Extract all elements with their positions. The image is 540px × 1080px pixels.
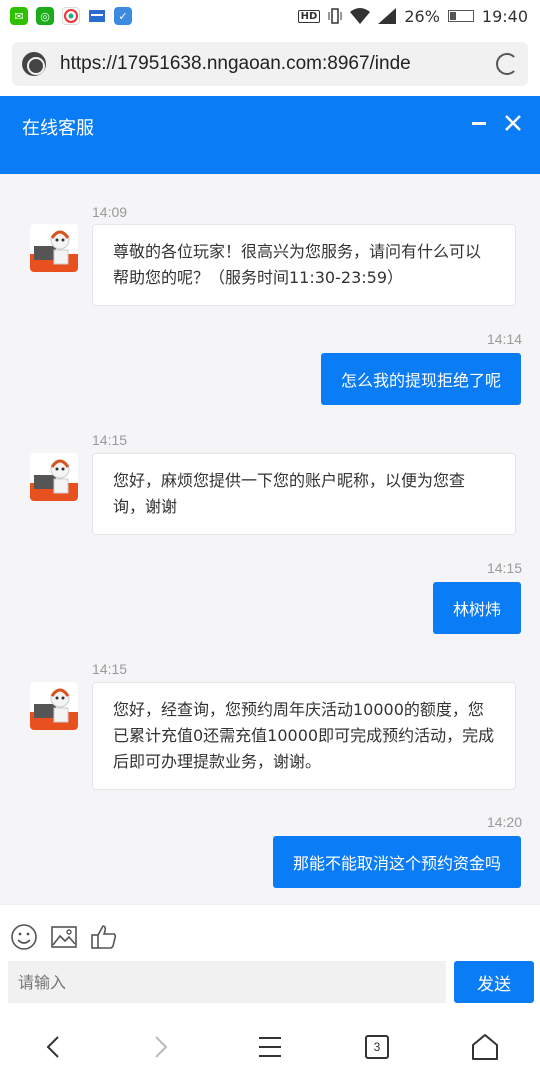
chat-title: 在线客服 — [22, 118, 94, 139]
message-time: 14:15 — [486, 560, 522, 576]
reload-icon[interactable] — [496, 53, 518, 75]
message-time: 14:15 — [92, 661, 128, 677]
vibrate-icon — [328, 8, 342, 24]
url-field[interactable]: https://17951638.nngaoan.com:8967/inde — [12, 42, 528, 86]
tab-count: 3 — [373, 1040, 381, 1054]
wifi-icon — [350, 8, 371, 24]
message-time: 14:15 — [92, 432, 128, 448]
news-icon — [88, 7, 106, 25]
globe-icon — [22, 52, 46, 76]
home-icon — [472, 1034, 498, 1060]
send-button[interactable]: 发送 — [454, 961, 534, 1003]
user-message: 那能不能取消这个预约资金吗 — [272, 836, 521, 888]
agent-avatar — [30, 224, 78, 272]
clock: 19:40 — [481, 6, 528, 26]
mail-icon: ✓ — [114, 7, 132, 25]
signal-icon — [378, 8, 397, 24]
message-time: 14:20 — [486, 814, 522, 830]
back-icon — [46, 1036, 59, 1058]
close-button[interactable] — [500, 110, 526, 136]
chat-header: 在线客服 — [0, 96, 540, 174]
chat-input-area: 发送 — [0, 904, 540, 1014]
browser-bottom-nav: 3 — [0, 1014, 540, 1080]
chat-messages: 14:09 尊敬的各位玩家！很高兴为您服务，请问有什么可以帮助您的呢？（服务时间… — [0, 174, 540, 904]
wechat-pay-icon: ◎ — [36, 7, 54, 25]
minimize-button[interactable] — [466, 110, 492, 136]
status-bar: ✉ ◎ ✓ HD 26% 19:40 — [0, 0, 540, 32]
forward-icon — [155, 1036, 168, 1058]
emoji-icon[interactable] — [10, 923, 38, 951]
tabs-button[interactable]: 3 — [362, 1032, 392, 1062]
menu-button[interactable] — [255, 1032, 285, 1062]
hd-icon: HD — [297, 9, 321, 23]
battery-icon — [447, 10, 474, 22]
user-message: 怎么我的提现拒绝了呢 — [320, 353, 521, 405]
battery-percent: 26% — [404, 6, 440, 26]
menu-icon — [259, 1037, 281, 1057]
agent-message: 您好，麻烦您提供一下您的账户昵称，以便为您查询，谢谢 — [92, 453, 516, 535]
wechat-icon: ✉ — [10, 7, 28, 25]
close-icon — [505, 115, 521, 131]
thumbs-up-icon[interactable] — [90, 923, 118, 951]
back-button[interactable] — [38, 1032, 68, 1062]
user-message: 林树炜 — [432, 582, 521, 634]
agent-message: 您好，经查询，您预约周年庆活动10000的额度，您已累计充值0还需充值10000… — [92, 682, 516, 790]
url-text[interactable]: https://17951638.nngaoan.com:8967/inde — [60, 53, 488, 75]
forward-button[interactable] — [146, 1032, 176, 1062]
agent-message: 尊敬的各位玩家！很高兴为您服务，请问有什么可以帮助您的呢？（服务时间11:30-… — [92, 224, 516, 306]
minimize-icon — [472, 121, 486, 125]
agent-avatar — [30, 682, 78, 730]
tabs-icon: 3 — [365, 1035, 389, 1059]
home-button[interactable] — [470, 1032, 500, 1062]
agent-avatar — [30, 453, 78, 501]
message-input[interactable] — [8, 961, 446, 1003]
message-time: 14:14 — [486, 331, 522, 347]
browser-address-bar: https://17951638.nngaoan.com:8967/inde — [0, 32, 540, 96]
app-icon — [62, 7, 80, 25]
image-icon[interactable] — [50, 923, 78, 951]
message-time: 14:09 — [92, 204, 128, 220]
